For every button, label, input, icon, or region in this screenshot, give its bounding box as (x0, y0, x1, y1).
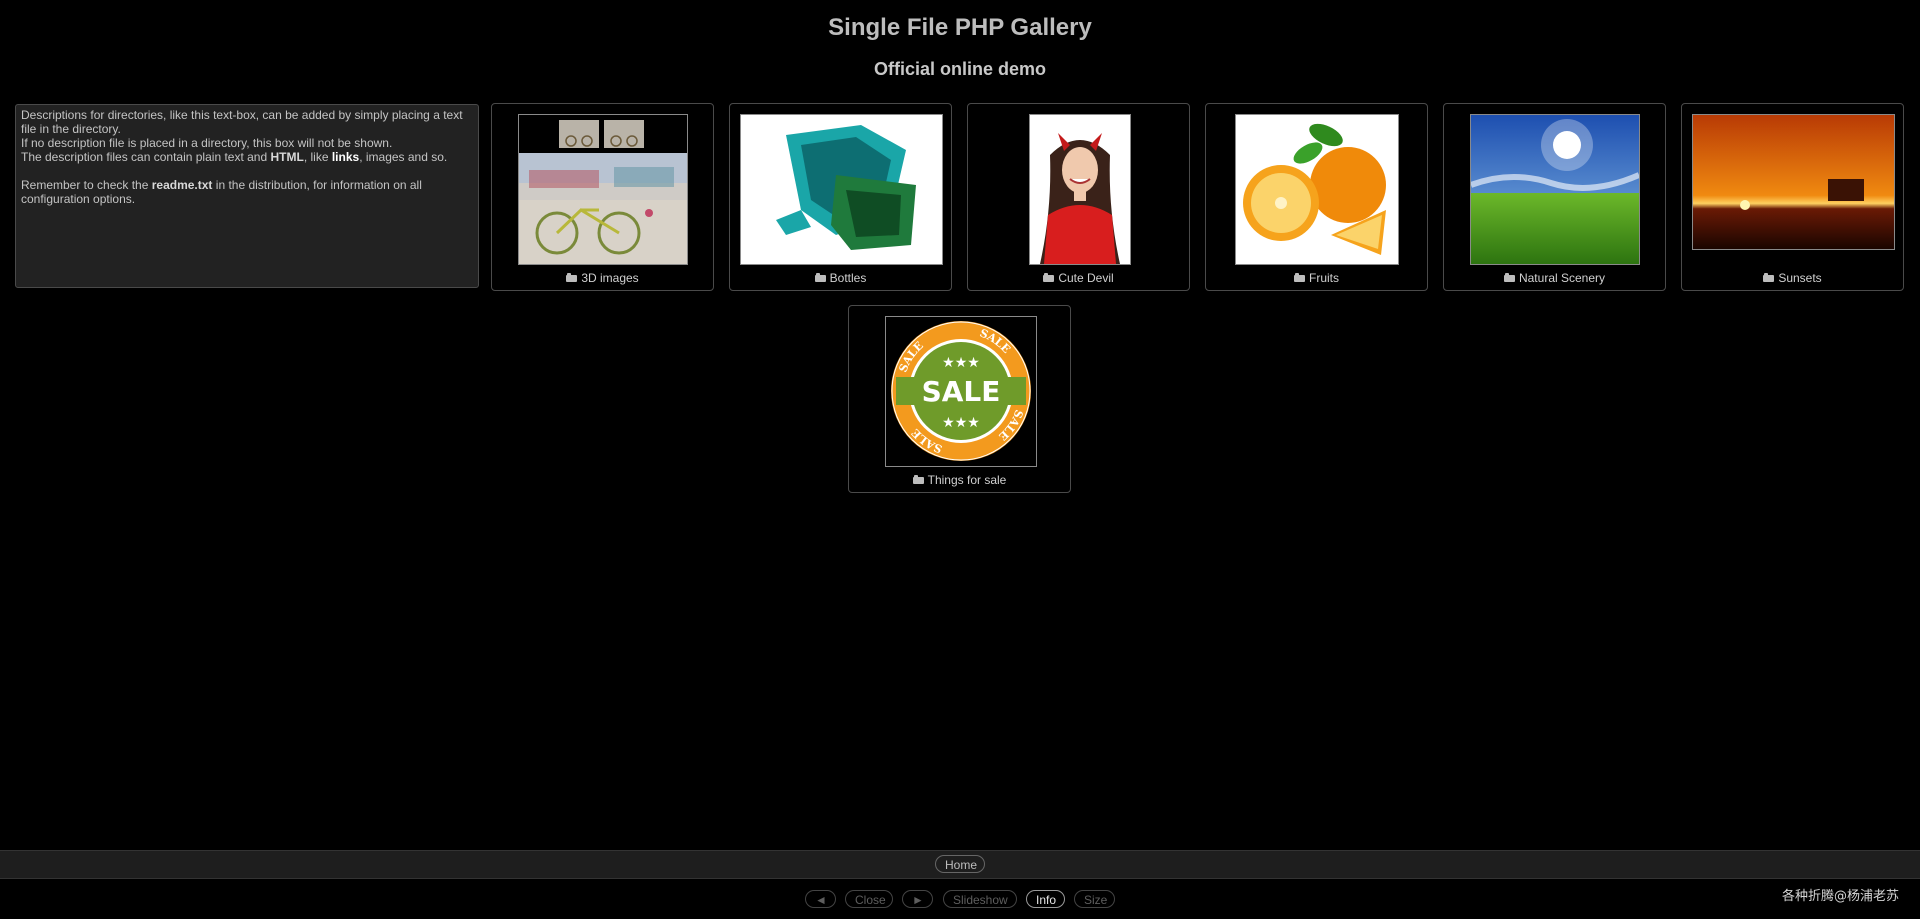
star-icon: ★★★ (942, 355, 980, 371)
folder-label[interactable]: Fruits (1206, 271, 1427, 285)
sale-badge-thumbnail-image: SALE ★★★ ★★★ SALE SALE SALE SALE (891, 321, 1031, 461)
folder-tile-3d-images[interactable]: 3D images (491, 103, 714, 291)
cute-devil-thumbnail-image (1030, 115, 1130, 264)
description-line: Remember to check the readme.txt in the … (21, 178, 422, 206)
sale-badge-text: SALE (922, 375, 1001, 408)
sunsets-thumbnail-image (1693, 115, 1894, 249)
folder-tile-things-for-sale[interactable]: SALE ★★★ ★★★ SALE SALE SALE SALE Things … (848, 305, 1071, 493)
breadcrumb-bar: Home (0, 850, 1920, 879)
folder-icon (912, 475, 924, 484)
bottles-thumbnail-image (741, 115, 942, 264)
folder-thumbnail[interactable] (518, 114, 688, 265)
folder-tile-cute-devil[interactable]: Cute Devil (967, 103, 1190, 291)
links-link[interactable]: links (332, 150, 359, 164)
folder-thumbnail[interactable] (1470, 114, 1640, 265)
folder-tile-bottles[interactable]: Bottles (729, 103, 952, 291)
watermark-text: 各种折腾@杨浦老苏 (1781, 889, 1899, 904)
folder-icon (1763, 273, 1775, 282)
folder-icon (814, 273, 826, 282)
folder-icon (1043, 273, 1055, 282)
next-button[interactable]: ► (902, 890, 933, 908)
home-button[interactable]: Home (935, 855, 985, 873)
folder-label[interactable]: Cute Devil (968, 271, 1189, 285)
folder-thumbnail[interactable] (1029, 114, 1131, 265)
info-button[interactable]: Info (1026, 890, 1065, 908)
html-bold-text: HTML (270, 150, 304, 164)
folder-thumbnail[interactable] (740, 114, 943, 265)
size-button[interactable]: Size (1074, 890, 1115, 908)
description-line: Descriptions for directories, like this … (21, 108, 463, 136)
folder-icon (1294, 273, 1305, 282)
star-icon: ★★★ (942, 415, 980, 431)
readme-bold-text: readme.txt (151, 178, 213, 192)
folder-thumbnail[interactable] (1692, 114, 1895, 250)
gallery-subtitle: Official online demo (873, 59, 1047, 79)
folder-label[interactable]: Bottles (730, 271, 951, 285)
description-line: If no description file is placed in a di… (21, 136, 393, 150)
folder-label[interactable]: Sunsets (1682, 271, 1903, 285)
gallery-title: Single File PHP Gallery (828, 14, 1092, 41)
slideshow-button[interactable]: Slideshow (943, 890, 1017, 908)
folder-thumbnail[interactable]: SALE ★★★ ★★★ SALE SALE SALE SALE (885, 316, 1037, 467)
folder-label[interactable]: Natural Scenery (1444, 271, 1665, 285)
close-button[interactable]: Close (845, 890, 893, 908)
folder-icon (566, 273, 578, 282)
folder-icon (1503, 273, 1515, 282)
3d-images-thumbnail-image (519, 115, 687, 264)
folder-tile-natural-scenery[interactable]: Natural Scenery (1443, 103, 1666, 291)
folder-thumbnail[interactable] (1235, 114, 1399, 265)
fruits-thumbnail-image (1236, 115, 1398, 264)
folder-tile-fruits[interactable]: Fruits (1205, 103, 1428, 291)
description-line: The description files can contain plain … (21, 150, 448, 164)
folder-label[interactable]: 3D images (492, 271, 713, 285)
previous-button[interactable]: ◄ (805, 890, 836, 908)
folder-tile-sunsets[interactable]: Sunsets (1681, 103, 1904, 291)
folder-label[interactable]: Things for sale (849, 473, 1070, 487)
natural-scenery-thumbnail-image (1471, 115, 1639, 264)
directory-description: Descriptions for directories, like this … (15, 104, 479, 288)
